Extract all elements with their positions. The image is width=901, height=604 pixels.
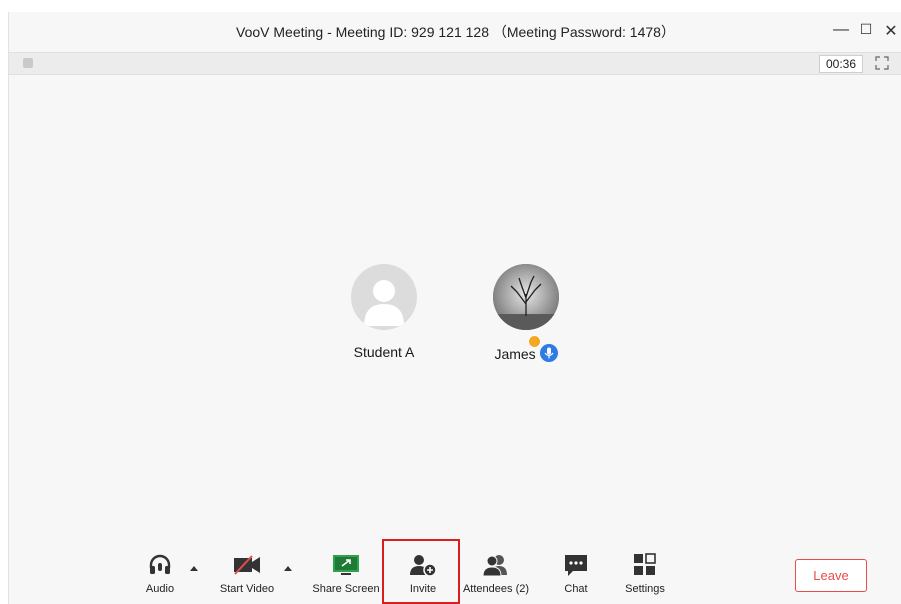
settings-grid-icon <box>634 553 656 575</box>
audio-button[interactable]: Audio <box>120 552 200 595</box>
participant-name: James <box>494 346 536 362</box>
chat-label: Chat <box>564 583 588 595</box>
tree-photo-avatar <box>493 264 559 330</box>
attendees-icon <box>482 555 507 577</box>
attendees-label: Attendees (2) <box>462 583 530 595</box>
headphones-icon <box>149 554 171 574</box>
participant-tile[interactable]: James <box>481 264 571 362</box>
start-video-button[interactable]: Start Video <box>207 552 287 595</box>
participant-name: Student A <box>353 344 415 360</box>
default-person-avatar <box>351 264 417 330</box>
leave-button[interactable]: Leave <box>795 559 867 592</box>
chat-icon <box>565 555 587 576</box>
invite-highlight-box <box>382 539 460 604</box>
close-button[interactable]: ✕ <box>881 21 901 41</box>
lock-icon[interactable] <box>23 58 33 68</box>
share-screen-label: Share Screen <box>312 583 380 595</box>
participant-name-row: James <box>481 344 571 362</box>
host-badge-icon <box>528 335 541 348</box>
fullscreen-icon[interactable] <box>875 56 889 70</box>
title-bar: VooV Meeting - Meeting ID: 929 121 128 （… <box>9 12 901 50</box>
video-off-icon <box>234 555 260 575</box>
window-title: VooV Meeting - Meeting ID: 929 121 128 （… <box>236 24 675 40</box>
maximize-button[interactable]: ☐ <box>856 21 876 38</box>
meeting-window: VooV Meeting - Meeting ID: 929 121 128 （… <box>8 12 901 604</box>
start-video-label: Start Video <box>219 583 275 595</box>
minimize-button[interactable]: — <box>831 21 851 39</box>
attendees-button[interactable]: Attendees (2) <box>456 552 536 595</box>
meeting-timer: 00:36 <box>819 55 863 73</box>
audio-options-caret[interactable] <box>190 566 198 571</box>
settings-label: Settings <box>625 583 665 595</box>
share-screen-icon <box>333 555 359 575</box>
share-screen-button[interactable]: Share Screen <box>306 552 386 595</box>
microphone-active-icon <box>539 344 558 362</box>
status-bar: 00:36 <box>9 52 901 75</box>
settings-button[interactable]: Settings <box>605 552 685 595</box>
participant-tile[interactable]: Student A <box>341 264 427 360</box>
audio-label: Audio <box>145 583 175 595</box>
chat-button[interactable]: Chat <box>536 552 616 595</box>
video-options-caret[interactable] <box>284 566 292 571</box>
